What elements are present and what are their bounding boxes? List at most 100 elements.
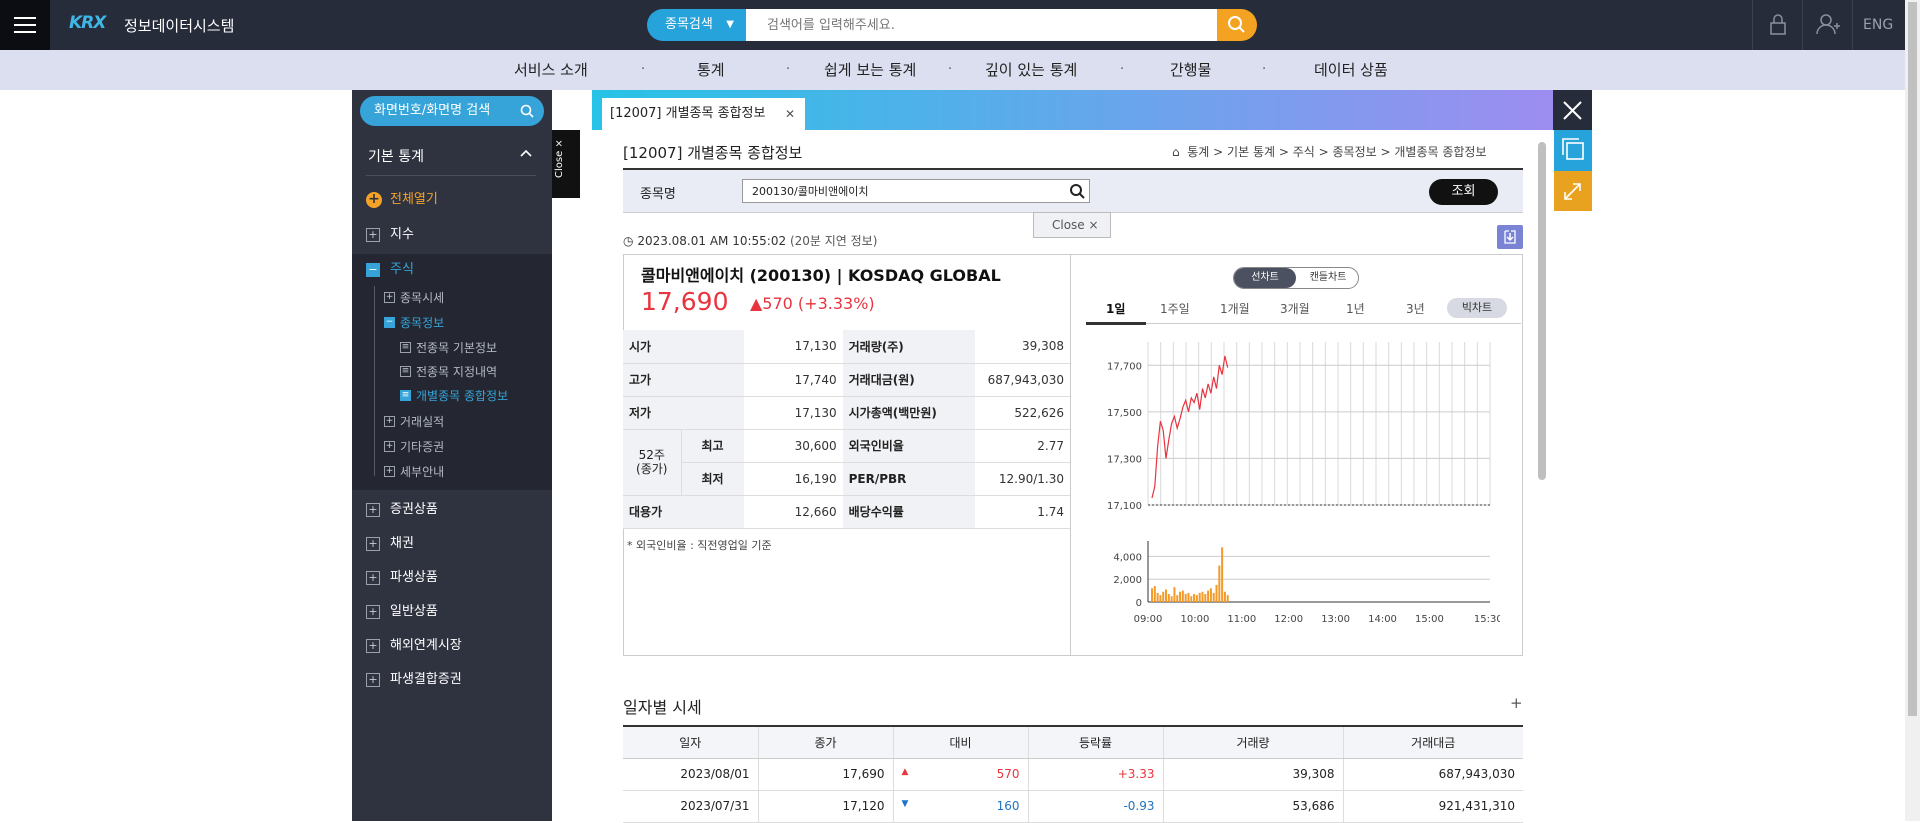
footnote: * 외국인비율 : 직전영업일 기준 (627, 539, 772, 552)
collapse-icon: − (384, 317, 395, 328)
search-icon[interactable] (1069, 183, 1085, 199)
krx-logo[interactable]: KRX (69, 13, 106, 33)
chevron-up-icon[interactable] (520, 148, 532, 158)
period-1y[interactable]: 1년 (1346, 300, 1365, 317)
col-volume[interactable]: 거래량 (1162, 725, 1343, 759)
lock-icon[interactable] (1752, 0, 1802, 50)
search-input[interactable] (746, 9, 1217, 41)
sidebar-item-bond[interactable]: + 채권 (366, 533, 546, 555)
nav-deep-stats[interactable]: 깊이 있는 통계 (985, 50, 1077, 90)
period-1m[interactable]: 1개월 (1220, 300, 1250, 317)
value-amount: 687,943,030 (974, 363, 1070, 397)
cell-date: 2023/07/31 (623, 790, 758, 823)
big-chart-button[interactable]: 빅차트 (1447, 298, 1507, 318)
value-substitute: 12,660 (743, 495, 843, 529)
menu-icon[interactable] (0, 0, 50, 50)
sidebar-item-dls[interactable]: + 파생결합증권 (366, 669, 546, 691)
col-amount[interactable]: 거래대금 (1342, 725, 1523, 759)
language-button[interactable]: ENG (1852, 0, 1912, 50)
col-rate[interactable]: 등락률 (1027, 725, 1163, 759)
label-open: 시가 (623, 330, 744, 364)
volume-bar (1170, 596, 1173, 602)
breadcrumb-item[interactable]: 기본 통계 (1227, 145, 1275, 159)
sidebar-sub-guide[interactable]: + 세부안내 (384, 463, 444, 481)
nav-easy-stats[interactable]: 쉽게 보는 통계 (824, 50, 916, 90)
search-icon (1228, 16, 1245, 33)
content-scrollbar[interactable] (1538, 142, 1546, 480)
period-3m[interactable]: 3개월 (1280, 300, 1310, 317)
period-1w[interactable]: 1주일 (1160, 300, 1190, 317)
expand-icon: + (366, 503, 380, 517)
new-window-button[interactable] (1553, 130, 1592, 171)
page-scrollbar-thumb[interactable] (1908, 2, 1917, 716)
nav-separator: · (948, 62, 953, 77)
period-3y[interactable]: 3년 (1406, 300, 1425, 317)
search-type-select[interactable]: 종목검색 ▼ (647, 9, 746, 41)
nav-stats[interactable]: 통계 (697, 50, 725, 90)
volume-tick-label: 0 (1136, 598, 1142, 609)
screen-search-input[interactable]: 화면번호/화면명 검색 (360, 96, 544, 126)
sidebar-sub-info[interactable]: − 종목정보 (384, 314, 444, 332)
sidebar-sub-trading[interactable]: + 거래실적 (384, 413, 444, 431)
nav-publications[interactable]: 간행물 (1170, 50, 1211, 90)
cell-diff: ▲ 570 (892, 758, 1028, 791)
window-close-button[interactable] (1553, 90, 1592, 130)
label-market-cap: 시가총액(백만원) (842, 396, 975, 430)
col-date[interactable]: 일자 (623, 725, 758, 759)
line-chart-option[interactable]: 선차트 (1234, 268, 1296, 288)
sidebar-close-button[interactable]: Close × (552, 130, 580, 198)
sidebar-item-commodity[interactable]: + 일반상품 (366, 601, 546, 623)
sidebar-sub-designation[interactable]: ≡ 전종목 지정내역 (400, 363, 497, 381)
home-icon[interactable]: ⌂ (1172, 145, 1180, 159)
sidebar-item-etp[interactable]: + 증권상품 (366, 499, 546, 521)
breadcrumb-item[interactable]: 통계 (1187, 145, 1209, 159)
query-button[interactable]: 조회 (1429, 179, 1498, 205)
candle-chart-option[interactable]: 캔들차트 (1298, 268, 1358, 288)
sidebar-item-overseas[interactable]: + 해외연계시장 (366, 635, 546, 657)
stock-name: 콜마비앤에이치 (200130) | KOSDAQ GLOBAL (641, 266, 1001, 285)
price-tick-label: 17,500 (1107, 408, 1142, 419)
expand-button[interactable] (1553, 171, 1592, 211)
search-button[interactable] (1217, 9, 1257, 41)
main-nav: 서비스 소개 · 통계 · 쉽게 보는 통계 · 깊이 있는 통계 · 간행물 … (0, 50, 1905, 90)
period-1d[interactable]: 1일 (1106, 300, 1125, 317)
close-icon[interactable]: ✕ (785, 98, 795, 130)
sidebar-item-stock[interactable]: − 주식 (366, 259, 546, 281)
col-close[interactable]: 종가 (757, 725, 893, 759)
close-popup-button[interactable]: Close × (1033, 212, 1111, 238)
sidebar-item-derivatives[interactable]: + 파생상품 (366, 567, 546, 589)
current-price: 17,690 (641, 287, 729, 316)
tab-stock-overview[interactable]: [12007] 개별종목 종합정보 ✕ (602, 98, 805, 130)
page-icon: ≡ (400, 390, 411, 401)
cell-diff: ▼ 160 (892, 790, 1028, 823)
nav-service[interactable]: 서비스 소개 (514, 50, 588, 90)
sidebar-title[interactable]: 기본 통계 (368, 146, 424, 166)
volume-bar (1153, 586, 1156, 602)
sidebar-item-index[interactable]: + 지수 (366, 224, 546, 246)
volume-bar (1215, 584, 1218, 602)
expand-icon: + (366, 228, 380, 242)
sidebar-sub-price[interactable]: + 종목시세 (384, 289, 444, 307)
breadcrumb-item[interactable]: 종목정보 (1333, 145, 1377, 159)
stock-name-input[interactable] (742, 179, 1090, 203)
add-user-icon[interactable] (1802, 0, 1852, 50)
nav-data-products[interactable]: 데이터 상품 (1314, 50, 1388, 90)
filter-label: 종목명 (640, 187, 676, 202)
sidebar-sub-other[interactable]: + 기타증권 (384, 438, 444, 456)
price-tick-label: 17,700 (1107, 361, 1142, 372)
sidebar-sub-overview[interactable]: ≡ 개별종목 종합정보 (400, 387, 508, 405)
col-diff[interactable]: 대비 (892, 725, 1028, 759)
expand-plus-icon[interactable]: + (1510, 694, 1523, 712)
breadcrumb-item[interactable]: 주식 (1293, 145, 1315, 159)
time-tick-label: 15:00 (1415, 614, 1444, 625)
chart-type-toggle[interactable]: 선차트 캔들차트 (1233, 267, 1359, 289)
logo-text[interactable]: 정보데이터시스템 (124, 15, 234, 36)
tab-bar: [12007] 개별종목 종합정보 ✕ (592, 90, 1554, 130)
download-button[interactable] (1497, 225, 1523, 249)
label-low: 저가 (623, 396, 744, 430)
open-all-button[interactable]: + 전체열기 (366, 189, 546, 211)
sidebar-sub-basic[interactable]: ≡ 전종목 기본정보 (400, 339, 497, 357)
label-52w-low: 최저 (681, 462, 744, 496)
value-low: 17,130 (743, 396, 843, 430)
breadcrumb-item[interactable]: 개별종목 종합정보 (1394, 145, 1486, 159)
